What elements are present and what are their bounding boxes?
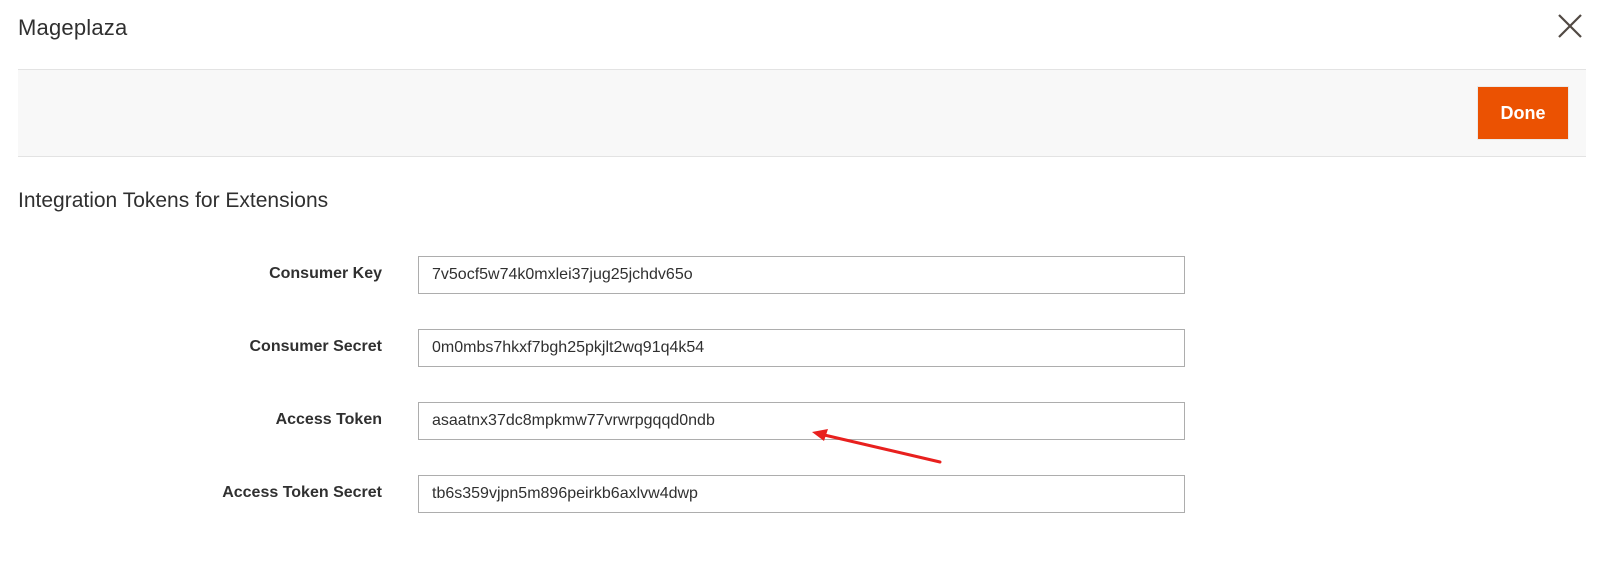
- consumer-secret-input[interactable]: [418, 329, 1185, 367]
- consumer-secret-label: Consumer Secret: [249, 338, 383, 355]
- done-button[interactable]: Done: [1478, 87, 1568, 139]
- field-row-access-token: Access Token: [0, 402, 1600, 440]
- access-token-secret-input[interactable]: [418, 475, 1185, 513]
- access-token-secret-label: Access Token Secret: [222, 484, 382, 501]
- field-row-access-token-secret: Access Token Secret: [0, 475, 1600, 513]
- integration-tokens-modal: Mageplaza Done Integration Tokens for Ex…: [0, 0, 1600, 579]
- field-row-consumer-secret: Consumer Secret: [0, 329, 1600, 367]
- consumer-key-label: Consumer Key: [269, 265, 382, 282]
- modal-action-bar: Done: [18, 69, 1586, 157]
- access-token-input[interactable]: [418, 402, 1185, 440]
- access-token-label: Access Token: [275, 411, 382, 428]
- field-row-consumer-key: Consumer Key: [0, 256, 1600, 294]
- modal-title: Mageplaza: [18, 15, 128, 40]
- section-title: Integration Tokens for Extensions: [18, 189, 329, 212]
- consumer-key-input[interactable]: [418, 256, 1185, 294]
- close-icon[interactable]: [1556, 12, 1584, 40]
